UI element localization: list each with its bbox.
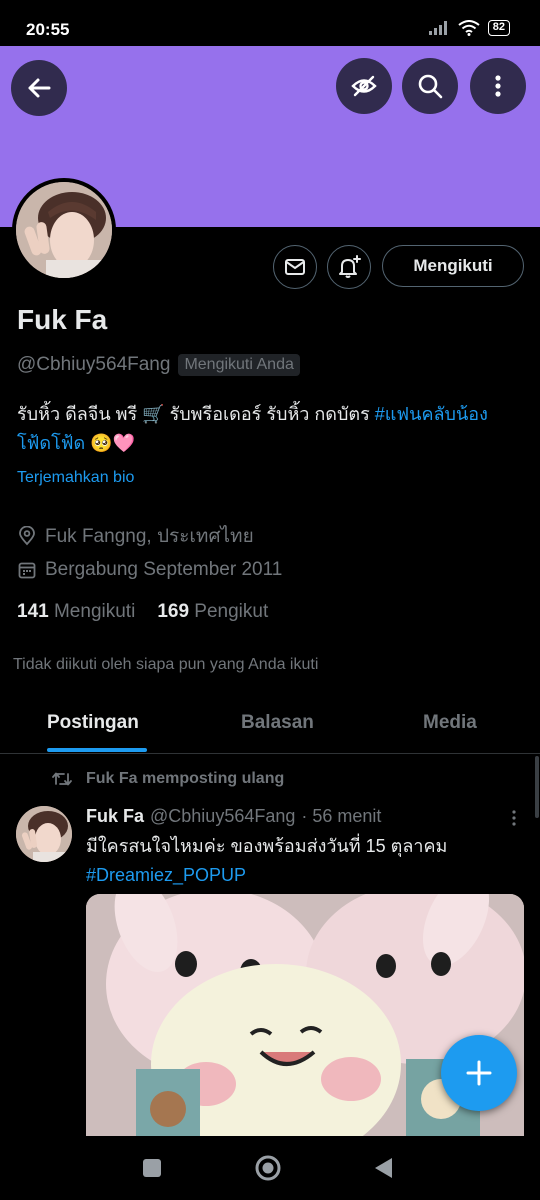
plus-icon <box>466 1060 492 1086</box>
active-tab-indicator <box>47 748 147 752</box>
repost-indicator: Fuk Fa memposting ulang <box>52 770 284 788</box>
status-time: 20:55 <box>26 20 70 39</box>
search-icon <box>418 74 443 99</box>
avatar-photo <box>16 182 112 278</box>
followers-count-link[interactable]: 169 Pengikut <box>157 601 268 623</box>
tab-replies[interactable]: Balasan <box>241 712 314 734</box>
back-nav-button[interactable] <box>372 1156 394 1180</box>
not-followed-note: Tidak diikuti oleh siapa pun yang Anda i… <box>13 656 319 673</box>
profile-location: Fuk Fangng, ประเทศไทย <box>45 526 254 547</box>
calendar-icon <box>18 562 36 579</box>
more-vertical-icon <box>512 810 516 826</box>
scrollbar[interactable] <box>535 756 539 818</box>
repost-icon <box>52 772 72 786</box>
following-count: 141 <box>17 601 49 622</box>
profile-handle: @Cbhiuy564Fang <box>17 354 171 375</box>
bio-emoji: 🥺🩷 <box>85 433 136 453</box>
tweet-author-name[interactable]: Fuk Fa <box>86 806 144 827</box>
recents-button[interactable] <box>141 1157 163 1179</box>
tweet-header: Fuk Fa @Cbhiuy564Fang · 56 menit <box>86 806 381 827</box>
joined-row: Bergabung September 2011 <box>17 559 282 581</box>
tweet-text: มีใครสนใจไหมค่ะ ของพร้อมส่งวันที่ 15 ตุล… <box>86 832 516 890</box>
followers-count: 169 <box>157 601 190 622</box>
signal-icon <box>428 21 447 35</box>
envelope-icon <box>285 259 305 275</box>
profile-name: Fuk Fa <box>17 304 108 335</box>
message-button[interactable] <box>273 245 317 289</box>
following-label: Mengikuti <box>53 601 136 622</box>
home-button[interactable] <box>254 1154 282 1182</box>
arrow-left-icon <box>28 78 51 98</box>
back-button[interactable] <box>11 60 67 116</box>
profile-tabs: Postingan Balasan Media <box>0 700 540 754</box>
location-pin-icon <box>19 526 35 546</box>
tweet-more-button[interactable] <box>506 808 522 833</box>
tab-posts[interactable]: Postingan <box>47 712 139 734</box>
notify-button[interactable] <box>327 245 371 289</box>
tab-media[interactable]: Media <box>423 712 477 734</box>
search-button[interactable] <box>402 58 458 114</box>
follow-counts: 141 Mengikuti 169 Pengikut <box>17 601 268 623</box>
status-bar: 20:55 82 <box>0 0 540 46</box>
compose-button[interactable] <box>441 1035 517 1111</box>
more-vertical-icon <box>495 75 501 97</box>
following-count-link[interactable]: 141 Mengikuti <box>17 601 135 623</box>
handle-row: @Cbhiuy564Fang Mengikuti Anda <box>17 354 300 376</box>
following-button[interactable]: Mengikuti <box>382 245 524 287</box>
tweet-time: · 56 menit <box>301 806 382 826</box>
followers-label: Pengikut <box>194 601 269 622</box>
tweet-avatar-photo <box>16 806 72 862</box>
wifi-icon <box>458 20 480 36</box>
hide-button[interactable] <box>336 58 392 114</box>
profile-joined: Bergabung September 2011 <box>45 559 283 580</box>
translate-bio-link[interactable]: Terjemahkan bio <box>17 469 134 487</box>
tweet-body: มีใครสนใจไหมค่ะ ของพร้อมส่งวันที่ 15 ตุล… <box>86 836 448 856</box>
tweet-avatar[interactable] <box>16 806 72 862</box>
system-nav-bar <box>0 1136 540 1200</box>
tweet-hashtag-link[interactable]: #Dreamiez_POPUP <box>86 861 516 890</box>
tweet-author-handle: @Cbhiuy564Fang <box>150 806 296 826</box>
more-options-button[interactable] <box>470 58 526 114</box>
eye-slash-icon <box>351 75 377 97</box>
repost-label: Fuk Fa memposting ulang <box>86 770 285 787</box>
follows-you-badge: Mengikuti Anda <box>178 354 300 376</box>
bio-text: รับหิ้ว ดีลจีน พรี 🛒 รับพรีอเดอร์ รับหิ้… <box>17 404 375 424</box>
status-icons: 82 <box>428 20 510 36</box>
battery-indicator: 82 <box>487 20 510 36</box>
location-row: Fuk Fangng, ประเทศไทย <box>17 521 254 551</box>
bell-plus-icon <box>339 255 361 278</box>
profile-bio: รับหิ้ว ดีลจีน พรี 🛒 รับพรีอเดอร์ รับหิ้… <box>17 400 517 458</box>
profile-avatar[interactable] <box>12 178 116 282</box>
